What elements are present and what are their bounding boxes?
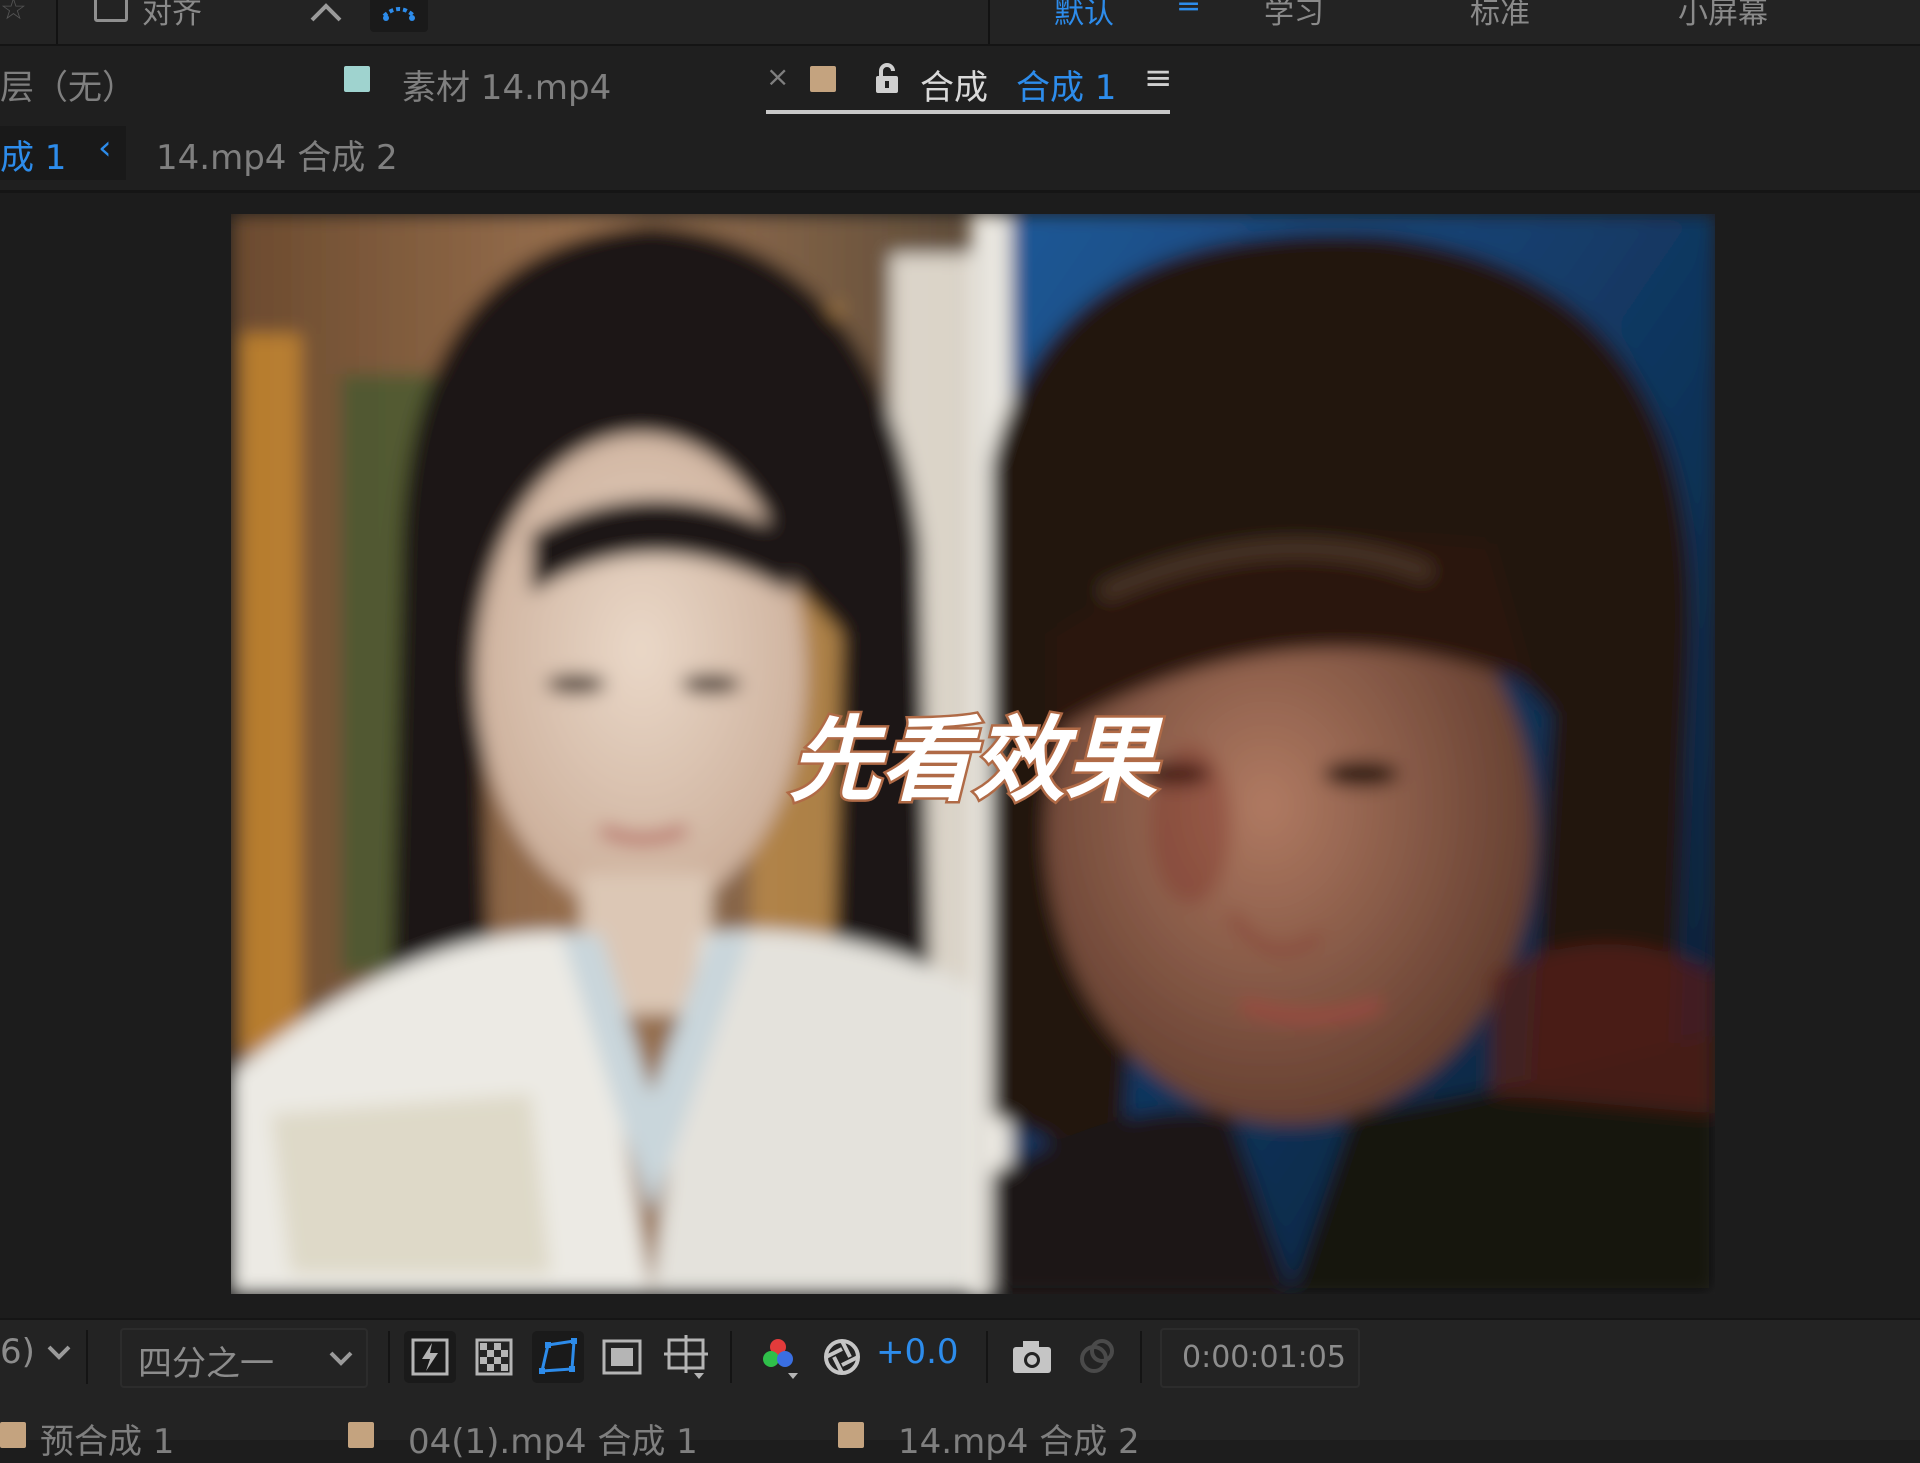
tab-swatch <box>0 1422 26 1448</box>
chevron-down-icon[interactable] <box>46 1342 72 1366</box>
divider <box>86 1330 88 1384</box>
tab-swatch <box>838 1422 864 1448</box>
workspace-learn[interactable]: 学习 <box>1264 0 1324 32</box>
close-icon[interactable]: × <box>766 60 789 93</box>
chevron-left-icon: ‹ <box>98 128 112 168</box>
timeline-tabs: 预合成 1 04(1).mp4 合成 1 14.mp4 合成 2 <box>0 1394 1920 1462</box>
align-label: 对齐 <box>142 0 202 31</box>
comp-swatch <box>810 66 836 92</box>
lock-icon[interactable] <box>872 62 902 100</box>
show-snapshot-button[interactable] <box>1070 1331 1122 1383</box>
active-tab-underline <box>766 110 1170 114</box>
divider <box>988 0 990 44</box>
caption-text: 先看效果 <box>789 707 1164 814</box>
breadcrumb-current-label: 成 1 <box>0 138 67 178</box>
tab-comp-04[interactable]: 04(1).mp4 合成 1 <box>408 1414 698 1463</box>
viewer-toolbar: 6) 四分之一 +0.0 0:00:01:05 <box>0 1318 1920 1394</box>
tab-layer[interactable]: 层（无） <box>0 60 136 109</box>
align-checkbox[interactable] <box>94 0 128 22</box>
workspace-standard[interactable]: 标准 <box>1470 0 1530 32</box>
tab-composition[interactable]: × 合成 合成 1 ≡ <box>766 46 1173 118</box>
mask-path-button[interactable] <box>532 1331 584 1383</box>
panel-menu-icon[interactable]: ≡ <box>1144 58 1173 98</box>
caption-overlay: 先看效果 <box>786 705 1166 817</box>
video-frame: 先看效果 <box>231 214 1715 1294</box>
tab-swatch <box>348 1422 374 1448</box>
grid-guides-button[interactable] <box>660 1331 712 1383</box>
checkerboard-icon <box>475 1338 513 1376</box>
tab-footage[interactable]: 素材 14.mp4 <box>402 60 611 109</box>
exposure-value[interactable]: +0.0 <box>876 1332 959 1372</box>
breadcrumb: 成 1 ‹ 14.mp4 合成 2 <box>0 118 1920 193</box>
workspace-small-screen[interactable]: 小屏幕 <box>1678 0 1768 32</box>
timecode: 0:00:01:05 <box>1182 1340 1346 1375</box>
breadcrumb-next[interactable]: 14.mp4 合成 2 <box>156 130 398 179</box>
tab-precomp-1[interactable]: 预合成 1 <box>40 1414 174 1463</box>
rgb-channels-icon <box>763 1339 798 1379</box>
reset-exposure-button[interactable] <box>816 1331 868 1383</box>
divider <box>1140 1331 1142 1383</box>
chevron-down-icon <box>328 1348 354 1372</box>
star-icon[interactable]: ☆ <box>0 0 27 27</box>
comp-name: 合成 1 <box>1016 68 1117 108</box>
footage-swatch <box>344 66 370 92</box>
workspace-default[interactable]: 默认 <box>1054 0 1114 32</box>
workspace-menu-icon[interactable]: ≡ <box>1176 0 1201 21</box>
workspace-bar: ☆ 对齐 默认 ≡ 学习 标准 小屏幕 <box>0 0 1920 46</box>
tab-comp-14[interactable]: 14.mp4 合成 2 <box>898 1414 1140 1463</box>
mask-icon[interactable] <box>370 0 428 32</box>
grid-guides-icon <box>664 1335 708 1379</box>
divider <box>730 1331 732 1383</box>
snapshot-button[interactable] <box>1006 1331 1058 1383</box>
camera-icon <box>1013 1341 1051 1373</box>
mask-path-icon <box>539 1338 577 1374</box>
fast-preview-button[interactable] <box>404 1331 456 1383</box>
breadcrumb-current[interactable]: 成 1 ‹ <box>0 126 126 180</box>
current-time-field[interactable]: 0:00:01:05 <box>1160 1328 1360 1388</box>
transparency-grid-button[interactable] <box>468 1331 520 1383</box>
aperture-icon <box>824 1339 860 1375</box>
color-channels-button[interactable] <box>752 1331 804 1383</box>
show-snapshot-icon <box>1080 1339 1114 1373</box>
comp-prefix: 合成 <box>920 68 988 108</box>
panel-tabs: 层（无） 素材 14.mp4 × 合成 合成 1 ≡ <box>0 46 1920 118</box>
region-icon <box>602 1339 642 1375</box>
fast-preview-icon <box>411 1338 449 1376</box>
region-of-interest-button[interactable] <box>596 1331 648 1383</box>
zoom-select[interactable]: 6) <box>0 1332 35 1372</box>
divider <box>388 1331 390 1383</box>
divider <box>56 0 58 44</box>
chevron-up-icon[interactable] <box>306 0 346 32</box>
resolution-select[interactable]: 四分之一 <box>120 1328 368 1388</box>
divider <box>986 1331 988 1383</box>
resolution-label: 四分之一 <box>138 1344 274 1384</box>
